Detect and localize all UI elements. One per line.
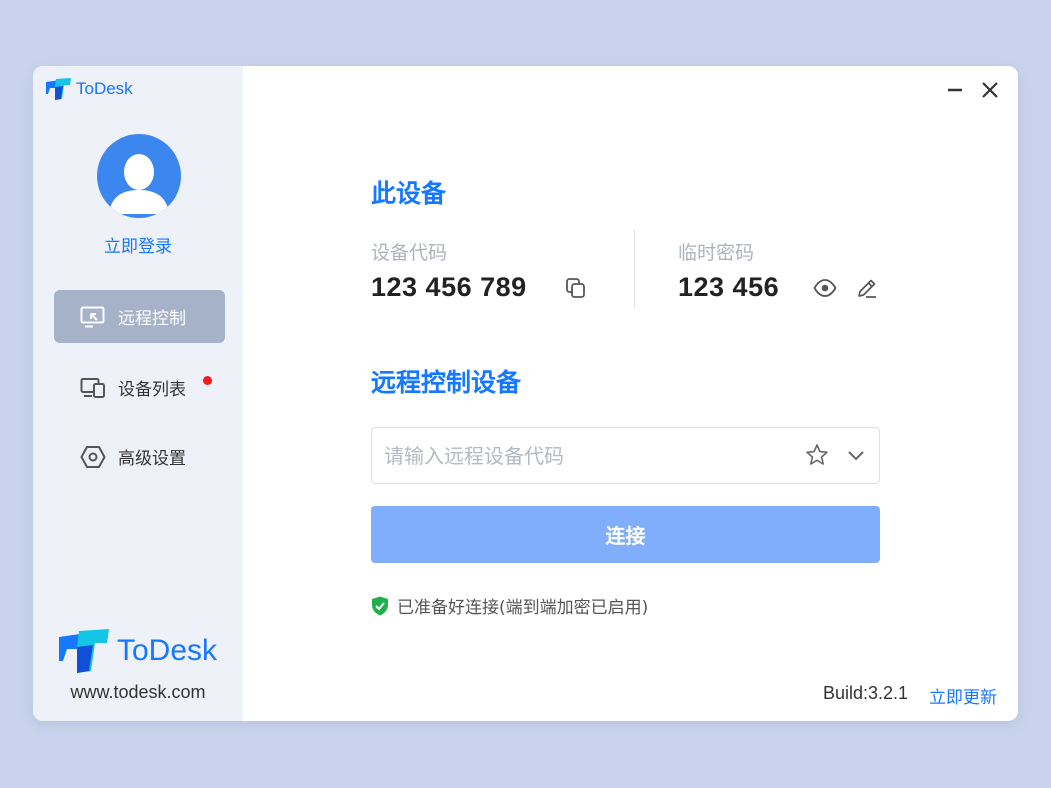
minimize-button[interactable] <box>945 80 965 100</box>
status-text: 已准备好连接(端到端加密已启用) <box>397 598 649 618</box>
device-code-value: 123 456 789 <box>371 272 527 302</box>
settings-hexagon-icon <box>80 444 106 470</box>
this-device-title: 此设备 <box>371 179 447 208</box>
edit-password-button[interactable] <box>855 276 879 300</box>
divider <box>634 229 635 308</box>
update-now-link[interactable]: 立即更新 <box>929 683 997 708</box>
sidebar-item-advanced-settings[interactable]: 高级设置 <box>54 430 225 483</box>
remote-code-input[interactable] <box>384 428 794 483</box>
device-code-label: 设备代码 <box>371 242 448 264</box>
close-button[interactable] <box>980 80 1000 100</box>
build-version: Build:3.2.1 <box>823 683 909 703</box>
remote-control-title: 远程控制设备 <box>371 368 522 397</box>
website-url: www.todesk.com <box>70 682 206 702</box>
remote-code-input-box <box>371 427 880 484</box>
sidebar-item-device-list[interactable]: 设备列表 <box>54 361 225 414</box>
sidebar: ToDesk 立即登录 远程控制 设备列表 高级设置 ToDesk www.to… <box>33 66 243 721</box>
sidebar-item-label: 高级设置 <box>118 449 186 469</box>
todesk-window: ToDesk 立即登录 远程控制 设备列表 高级设置 ToDesk www.to… <box>33 66 1018 721</box>
brand-footer: ToDesk <box>59 628 217 674</box>
brand-header: ToDesk <box>46 78 133 100</box>
login-link[interactable]: 立即登录 <box>33 232 243 257</box>
sidebar-item-remote-control[interactable]: 远程控制 <box>54 290 225 343</box>
monitor-remote-icon <box>80 304 106 330</box>
eye-icon <box>813 279 837 297</box>
chevron-down-icon <box>848 451 864 461</box>
connection-status: 已准备好连接(端到端加密已启用) <box>371 593 648 618</box>
devices-icon <box>80 375 106 401</box>
user-icon <box>109 154 169 214</box>
temp-password-value: 123 456 <box>678 272 780 302</box>
brand-name: ToDesk <box>76 79 133 98</box>
close-icon <box>982 82 998 98</box>
notification-dot <box>203 376 212 385</box>
favorite-button[interactable] <box>805 443 829 467</box>
copy-code-button[interactable] <box>564 276 588 300</box>
temp-password-label: 临时密码 <box>678 242 755 264</box>
copy-icon <box>566 278 585 298</box>
connect-button[interactable]: 连接 <box>371 506 880 563</box>
todesk-logo-icon <box>46 78 71 100</box>
history-dropdown-button[interactable] <box>844 443 868 467</box>
todesk-logo-icon <box>59 629 109 673</box>
shield-check-icon <box>372 596 388 615</box>
avatar[interactable] <box>97 134 181 218</box>
pencil-icon <box>858 279 876 298</box>
star-icon <box>806 444 828 465</box>
sidebar-item-label: 设备列表 <box>118 380 186 400</box>
minimize-icon <box>948 88 962 92</box>
show-password-button[interactable] <box>813 276 837 300</box>
sidebar-item-label: 远程控制 <box>118 309 186 329</box>
brand-name: ToDesk <box>117 634 218 667</box>
